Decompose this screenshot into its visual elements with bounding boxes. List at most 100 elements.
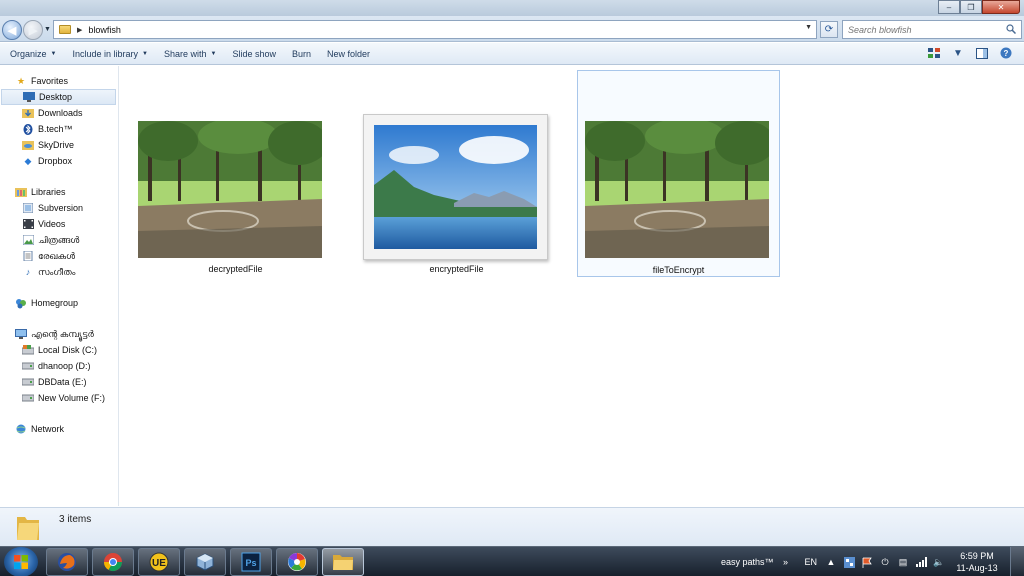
recent-pages-dropdown[interactable]: ▼: [44, 26, 51, 33]
taskbar-virtualbox[interactable]: [184, 548, 226, 576]
sidebar-item-drive-d[interactable]: dhanoop (D:): [0, 358, 118, 374]
sidebar-favorites[interactable]: ★ Favorites: [0, 73, 118, 89]
clock-time: 6:59 PM: [960, 551, 994, 561]
skydrive-folder-icon: [22, 140, 34, 151]
sidebar-homegroup[interactable]: Homegroup: [0, 295, 118, 311]
file-tile[interactable]: decryptedFile: [134, 71, 337, 278]
windows-logo-icon: [14, 555, 28, 569]
file-tile[interactable]: encryptedFile: [355, 71, 558, 278]
burn-button[interactable]: Burn: [286, 45, 317, 63]
sidebar-item-skydrive[interactable]: SkyDrive: [0, 137, 118, 153]
picasa-icon: [288, 553, 306, 571]
sidebar-item-videos[interactable]: Videos: [0, 216, 118, 232]
sidebar-item-subversion[interactable]: Subversion: [0, 200, 118, 216]
view-options-dropdown[interactable]: ▼: [950, 46, 966, 60]
help-button[interactable]: ?: [998, 46, 1014, 60]
refresh-button[interactable]: ⟳: [820, 21, 838, 38]
action-center-icon[interactable]: [843, 556, 855, 568]
preview-pane-button[interactable]: [974, 46, 990, 60]
address-row: ◀ ▶ ▼ ▶ blowfish ▼ ⟳: [0, 16, 1024, 42]
show-desktop-button[interactable]: [1010, 547, 1024, 576]
sidebar-item-documents[interactable]: രേഖകൾ: [0, 248, 118, 264]
new-folder-label: New folder: [327, 48, 371, 59]
search-icon[interactable]: [1006, 24, 1016, 34]
homegroup-icon: [15, 298, 27, 309]
chevron-up-icon[interactable]: ▲: [825, 556, 837, 568]
close-button[interactable]: ✕: [982, 0, 1020, 14]
taskbar-picasa[interactable]: [276, 548, 318, 576]
flag-icon[interactable]: [861, 556, 873, 568]
sidebar-item-drive-c[interactable]: Local Disk (C:): [0, 342, 118, 358]
sidebar-item-downloads[interactable]: Downloads: [0, 105, 118, 121]
taskbar-firefox[interactable]: [46, 548, 88, 576]
sidebar-item-label: Videos: [38, 219, 66, 229]
back-arrow-icon: ◀: [7, 24, 17, 37]
back-button[interactable]: ◀: [2, 20, 22, 40]
sidebar-item-music[interactable]: ♪ സംഗീതം: [0, 264, 118, 280]
sidebar-item-drive-f[interactable]: New Volume (F:): [0, 390, 118, 406]
search-box[interactable]: [842, 20, 1022, 39]
new-folder-button[interactable]: New folder: [321, 45, 376, 63]
help-icon: ?: [1000, 47, 1012, 59]
device-icon[interactable]: ▤: [897, 556, 909, 568]
drive-icon: [22, 393, 34, 404]
sidebar-item-dropbox[interactable]: ◆ Dropbox: [0, 153, 118, 169]
share-with-menu[interactable]: Share with ▼: [158, 45, 222, 63]
cube-icon: [196, 553, 214, 571]
view-controls: ▼ ?: [926, 46, 1014, 60]
sidebar-item-desktop[interactable]: Desktop: [1, 89, 116, 105]
library-icon: [22, 203, 34, 214]
folder-icon: [333, 555, 353, 570]
breadcrumb-current[interactable]: blowfish: [88, 25, 121, 35]
sidebar-computer[interactable]: എന്റെ കമ്പ്യൂട്ടർ: [0, 326, 118, 342]
change-view-button[interactable]: [926, 46, 942, 60]
system-tray: easy paths™ » EN ▲ ⏻ ▤ 🔈 6:59 PM 11-Aug-…: [721, 547, 1024, 576]
folder-icon: [17, 517, 39, 540]
navigation-pane: ★ Favorites Desktop Downloads B.tech™ Sk…: [0, 66, 119, 506]
include-in-library-menu[interactable]: Include in library ▼: [66, 45, 153, 63]
organize-menu[interactable]: Organize ▼: [4, 45, 62, 63]
taskbar-chrome[interactable]: [92, 548, 134, 576]
sidebar-item-pictures[interactable]: ചിത്രങ്ങൾ: [0, 232, 118, 248]
sidebar-item-label: Desktop: [39, 92, 73, 102]
address-bar[interactable]: ▶ blowfish ▼: [53, 20, 817, 39]
taskbar-explorer[interactable]: [322, 548, 364, 576]
refresh-icon: ⟳: [824, 24, 834, 35]
taskbar-ultraedit[interactable]: UE: [138, 548, 180, 576]
dropbox-icon: ◆: [24, 155, 32, 166]
file-name: encryptedFile: [429, 264, 484, 274]
clock[interactable]: 6:59 PM 11-Aug-13: [948, 550, 1006, 574]
breadcrumb-separator-icon[interactable]: ▶: [77, 26, 82, 34]
slide-show-button[interactable]: Slide show: [226, 45, 282, 63]
search-input[interactable]: [848, 24, 998, 35]
address-dropdown-icon[interactable]: ▼: [805, 24, 812, 31]
sidebar-item-btech[interactable]: B.tech™: [0, 121, 118, 137]
volume-icon[interactable]: 🔈: [933, 556, 945, 568]
sidebar-libraries[interactable]: Libraries: [0, 184, 118, 200]
taskbar-photoshop[interactable]: Ps: [230, 548, 272, 576]
preview-pane-icon: [976, 47, 988, 59]
easy-paths-toolbar[interactable]: easy paths™: [721, 557, 774, 567]
chevron-right-icon[interactable]: »: [779, 556, 791, 568]
power-plug-icon[interactable]: ⏻: [879, 556, 891, 568]
forward-button[interactable]: ▶: [23, 20, 43, 40]
item-count: 3 items: [59, 514, 92, 525]
file-tile-selected[interactable]: fileToEncrypt: [577, 70, 780, 277]
sidebar-item-drive-e[interactable]: DBData (E:): [0, 374, 118, 390]
minimize-button[interactable]: –: [938, 0, 960, 14]
desktop-icon: [23, 92, 35, 103]
sidebar-item-label: DBData (E:): [38, 377, 87, 387]
music-icon: ♪: [25, 267, 31, 277]
drive-icon: [22, 377, 34, 388]
signal-bars-icon[interactable]: [915, 556, 927, 568]
details-pane: 3 items: [0, 507, 1024, 546]
sidebar-network[interactable]: Network: [0, 421, 118, 437]
caret-down-icon: ▼: [142, 50, 148, 57]
sidebar-favorites-label: Favorites: [31, 76, 69, 86]
maximize-button[interactable]: ❐: [960, 0, 982, 14]
sidebar-item-label: SkyDrive: [38, 140, 75, 150]
start-button[interactable]: [4, 547, 38, 576]
sidebar-item-label: dhanoop (D:): [38, 361, 91, 371]
language-indicator[interactable]: EN: [804, 557, 817, 567]
firefox-icon: [58, 553, 76, 571]
